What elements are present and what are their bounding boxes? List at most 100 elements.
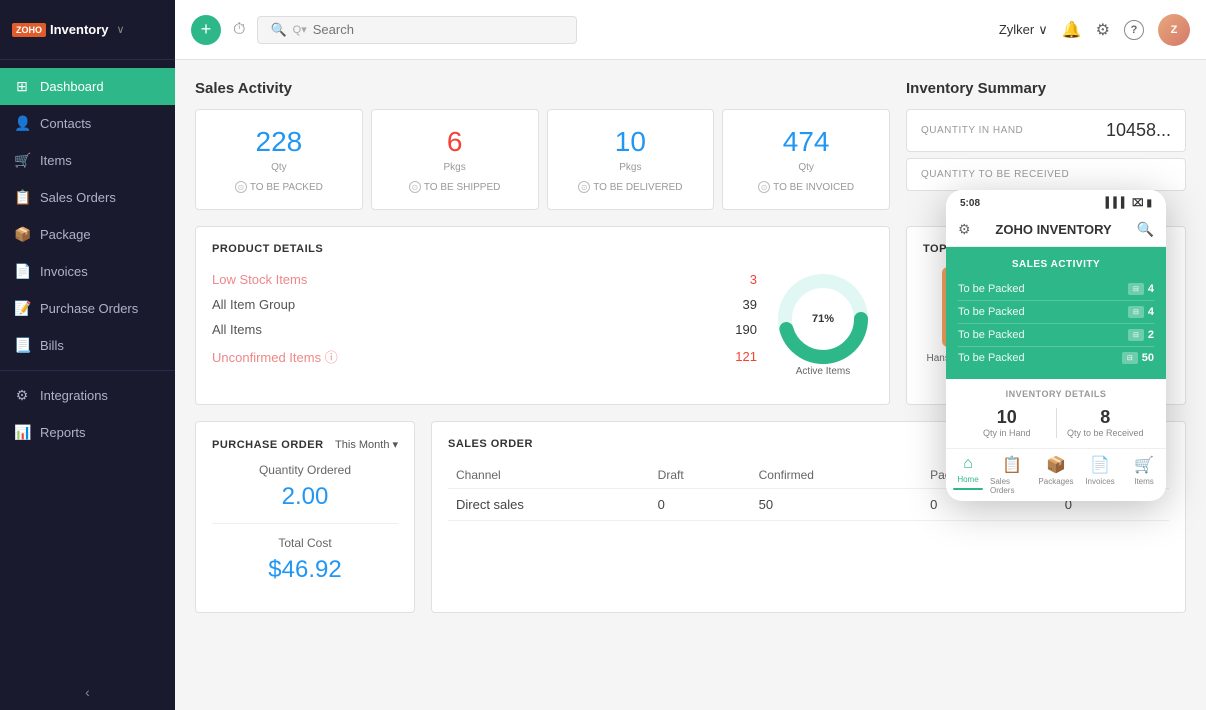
user-chevron: ∨ [1038,22,1048,38]
qty-in-hand-card: QUANTITY IN HAND 10458... [906,109,1186,152]
sidebar-label-reports: Reports [40,425,86,440]
packed-unit: Qty [271,162,287,173]
po-cost-stat: Total Cost $46.92 [212,536,398,584]
search-bar[interactable]: 🔍 Q▾ [257,16,577,44]
sidebar-label-purchase-orders: Purchase Orders [40,301,138,316]
mobile-sales-badge-1: ⊟ 4 [1128,306,1154,318]
purchase-orders-icon: 📝 [14,300,30,317]
sidebar-item-contacts[interactable]: 👤 Contacts [0,105,175,142]
mobile-sales-row-1: To be Packed ⊟ 4 [958,301,1154,324]
package-icon: 📦 [14,226,30,243]
mobile-sales-badge-0: ⊟ 4 [1128,283,1154,295]
packed-qty: 228 [256,126,303,158]
shipped-qty: 6 [447,126,463,158]
mobile-nav-invoices[interactable]: 📄 Invoices [1078,455,1122,495]
mobile-sales-row-0: To be Packed ⊟ 4 [958,278,1154,301]
mobile-inv-qty-receive: 8 Qty to be Received [1057,407,1155,438]
activity-card-to-be-packed: 228 Qty ⊙ TO BE PACKED [195,109,363,210]
mobile-sales-count-0: 4 [1148,283,1154,295]
avatar-initials: Z [1171,24,1178,36]
search-input[interactable] [313,22,565,37]
unconfirmed-label: Unconfirmed Items ⓘ [212,347,338,366]
notification-bell[interactable]: 🔔 [1062,20,1082,40]
sidebar-item-reports[interactable]: 📊 Reports [0,414,175,451]
mobile-nav-packages[interactable]: 📦 Packages [1034,455,1078,495]
sidebar-label-items: Items [40,153,72,168]
sidebar-item-dashboard[interactable]: ⊞ Dashboard [0,68,175,105]
product-details-content: Low Stock Items 3 All Item Group 39 All … [212,267,873,371]
nav-divider [0,370,175,371]
mobile-packages-label: Packages [1038,477,1073,486]
activity-card-to-be-shipped: 6 Pkgs ⊙ TO BE SHIPPED [371,109,539,210]
help-icon[interactable]: ? [1124,20,1144,40]
mobile-nav-home[interactable]: ⌂ Home [946,455,990,495]
invoiced-qty: 474 [783,126,830,158]
po-period-label: This Month [335,439,389,451]
sidebar-item-bills[interactable]: 📃 Bills [0,327,175,364]
mobile-invoices-icon: 📄 [1090,455,1110,475]
invoiced-icon: ⊙ [758,181,770,193]
mobile-signal: ▍▍▍ ⌧ ▮ [1106,198,1152,209]
low-stock-label: Low Stock Items [212,272,307,287]
sidebar-label-integrations: Integrations [40,388,108,403]
mobile-badge-icon-0: ⊟ [1128,283,1144,295]
activity-card-to-be-invoiced: 474 Qty ⊙ TO BE INVOICED [722,109,890,210]
logo-chevron[interactable]: ∨ [117,23,125,36]
contacts-icon: 👤 [14,115,30,132]
mobile-search-icon[interactable]: 🔍 [1137,221,1154,238]
mobile-sales-badge-3: ⊟ 50 [1122,352,1154,364]
mobile-nav-items[interactable]: 🛒 Items [1122,455,1166,495]
sidebar-label-bills: Bills [40,338,64,353]
sidebar-item-items[interactable]: 🛒 Items [0,142,175,179]
mobile-sales-label-0: To be Packed [958,283,1025,295]
mobile-items-icon: 🛒 [1134,455,1154,475]
po-title: PURCHASE ORDER [212,439,324,451]
sidebar-item-package[interactable]: 📦 Package [0,216,175,253]
mobile-badge-icon-2: ⊟ [1128,329,1144,341]
activity-cards: 228 Qty ⊙ TO BE PACKED 6 Pkgs ⊙ TO BE SH… [195,109,890,210]
po-cost-value: $46.92 [212,556,398,584]
history-button[interactable]: ⏱ [233,21,245,39]
invoiced-unit: Qty [798,162,814,173]
all-items-value: 190 [735,322,757,337]
sidebar-item-invoices[interactable]: 📄 Invoices [0,253,175,290]
user-menu[interactable]: Zylker ∨ [999,22,1048,38]
avatar[interactable]: Z [1158,14,1190,46]
sidebar-collapse-button[interactable]: ‹ [0,674,175,710]
mobile-sales-label-1: To be Packed [958,306,1025,318]
sidebar-item-purchase-orders[interactable]: 📝 Purchase Orders [0,290,175,327]
mobile-app-name: ZOHO INVENTORY [995,222,1111,237]
sales-orders-icon: 📋 [14,189,30,206]
search-icon: 🔍 [270,22,286,38]
mobile-inventory-title: INVENTORY DETAILS [958,389,1154,399]
po-period-chevron: ▾ [392,438,398,451]
shipped-icon: ⊙ [409,181,421,193]
product-details-title: PRODUCT DETAILS [212,243,873,255]
po-period[interactable]: This Month ▾ [335,438,398,451]
donut-percent: 71% [812,313,834,325]
mobile-sales-count-3: 50 [1142,352,1154,364]
mobile-nav-sales-orders[interactable]: 📋 Sales Orders [990,455,1034,495]
so-draft: 0 [650,489,751,521]
po-qty-stat: Quantity Ordered 2.00 [212,463,398,511]
mobile-gear-icon[interactable]: ⚙ [958,221,971,238]
settings-icon[interactable]: ⚙ [1096,20,1110,40]
user-name: Zylker [999,22,1034,37]
po-header: PURCHASE ORDER This Month ▾ [212,438,398,451]
po-divider [212,523,398,524]
mobile-invoices-label: Invoices [1085,477,1114,486]
qty-to-receive-label: QUANTITY TO BE RECEIVED [921,169,1069,180]
mobile-home-label: Home [957,475,978,484]
low-stock-value: 3 [750,272,757,287]
sidebar-item-sales-orders[interactable]: 📋 Sales Orders [0,179,175,216]
topbar: + ⏱ 🔍 Q▾ Zylker ∨ 🔔 ⚙ ? Z [175,0,1206,60]
sales-activity-title: Sales Activity [195,80,890,97]
mobile-sales-label-2: To be Packed [958,329,1025,341]
mobile-inventory-section: INVENTORY DETAILS 10 Qty in Hand 8 Qty t… [946,379,1166,448]
add-button[interactable]: + [191,15,221,45]
search-dropdown[interactable]: Q▾ [293,23,307,36]
mobile-header: ⚙ ZOHO INVENTORY 🔍 [946,213,1166,247]
sidebar-item-integrations[interactable]: ⚙ Integrations [0,377,175,414]
mobile-inv-stats: 10 Qty in Hand 8 Qty to be Received [958,407,1154,438]
mobile-time: 5:08 [960,198,980,209]
